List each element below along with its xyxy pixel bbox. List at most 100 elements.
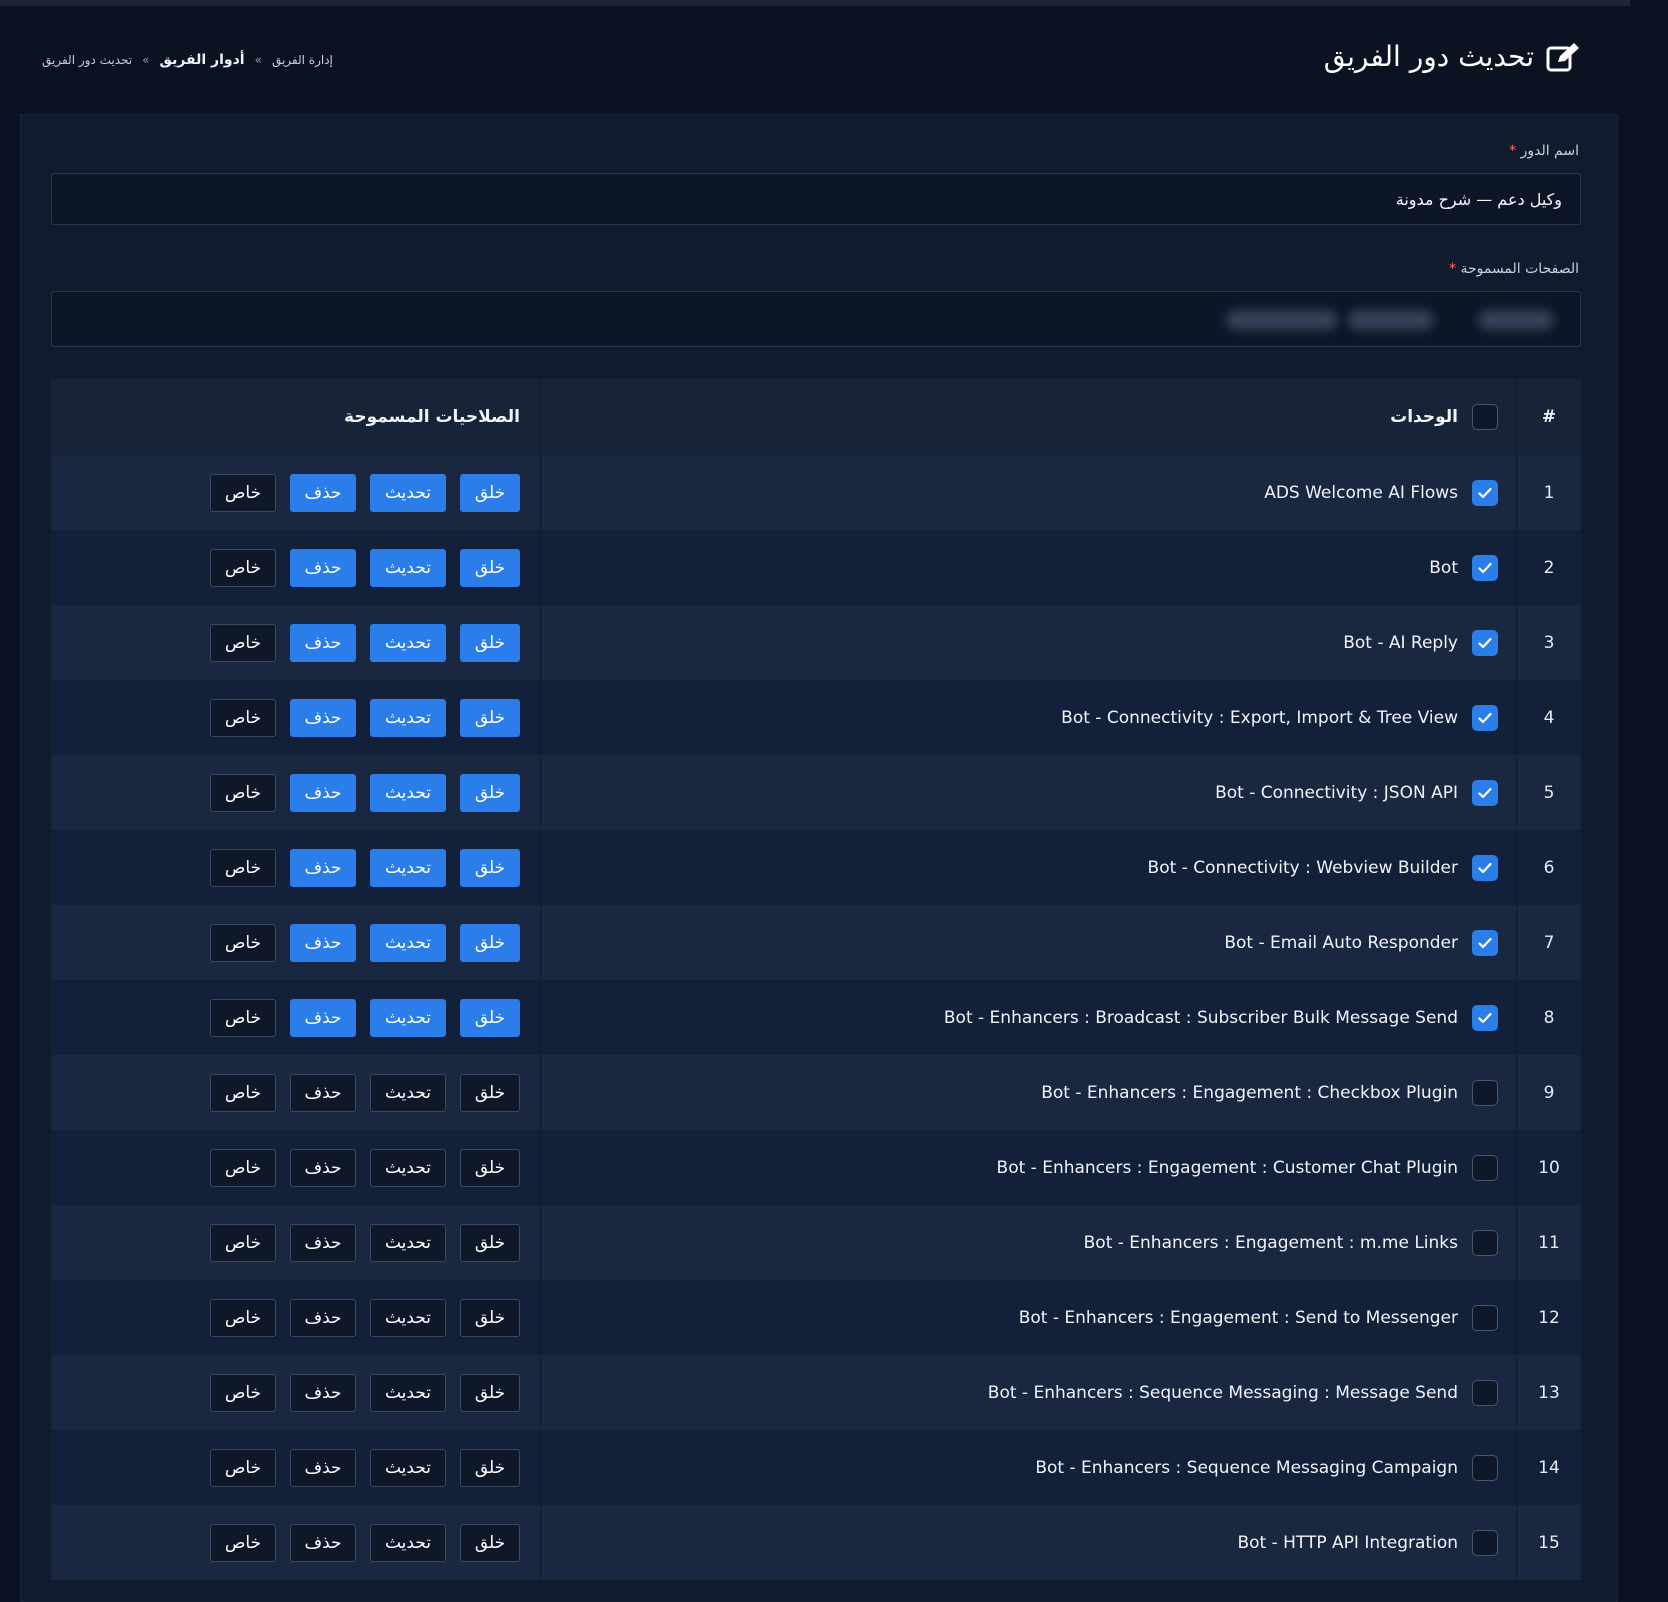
check-icon xyxy=(1478,487,1492,499)
create-permission-button[interactable]: خلق xyxy=(460,1223,520,1262)
private-permission-button[interactable]: خاص xyxy=(210,923,276,962)
module-checkbox[interactable] xyxy=(1472,1304,1498,1331)
module-checkbox[interactable] xyxy=(1472,779,1498,806)
module-checkbox[interactable] xyxy=(1472,1379,1498,1406)
delete-permission-button[interactable]: حذف xyxy=(290,1148,356,1187)
update-permission-button[interactable]: تحديث xyxy=(370,698,446,737)
table-row: خلق تحديث حذف خاص Bot - Enhancers : Engageme… xyxy=(51,1280,1581,1355)
update-permission-button[interactable]: تحديث xyxy=(370,548,446,587)
delete-permission-button[interactable]: حذف xyxy=(290,1448,356,1487)
private-permission-button[interactable]: خاص xyxy=(210,998,276,1037)
create-permission-button[interactable]: خلق xyxy=(460,1373,520,1412)
create-permission-button[interactable]: خلق xyxy=(460,1523,520,1562)
role-name-field[interactable] xyxy=(51,173,1581,225)
update-permission-button[interactable]: تحديث xyxy=(370,1523,446,1562)
create-permission-button[interactable]: خلق xyxy=(460,1298,520,1337)
select-all-checkbox[interactable] xyxy=(1472,404,1498,430)
update-permission-button[interactable]: تحديث xyxy=(370,473,446,512)
private-permission-button[interactable]: خاص xyxy=(210,1523,276,1562)
breadcrumb-item-team-management[interactable]: إدارة الفريق xyxy=(272,53,333,67)
private-permission-button[interactable]: خاص xyxy=(210,548,276,587)
create-permission-button[interactable]: خلق xyxy=(460,848,520,887)
allowed-pages-select[interactable] xyxy=(51,291,1581,347)
private-permission-button[interactable]: خاص xyxy=(210,1373,276,1412)
module-checkbox[interactable] xyxy=(1472,1529,1498,1556)
module-cell: Bot - Enhancers : Engagement : Send to M… xyxy=(540,1280,1517,1355)
module-name: Bot - Enhancers : Engagement : Customer … xyxy=(996,1157,1458,1178)
module-checkbox[interactable] xyxy=(1472,479,1498,506)
role-name-input[interactable] xyxy=(52,174,1580,224)
header-permissions-label: الصلاحيات المسموحة xyxy=(344,407,520,427)
private-permission-button[interactable]: خاص xyxy=(210,698,276,737)
row-number: 12 xyxy=(1516,1280,1581,1355)
permissions-cell: خلق تحديث حذف خاص xyxy=(51,755,541,830)
module-checkbox[interactable] xyxy=(1472,854,1498,881)
delete-permission-button[interactable]: حذف xyxy=(290,473,356,512)
module-checkbox[interactable] xyxy=(1472,1154,1498,1181)
private-permission-button[interactable]: خاص xyxy=(210,1448,276,1487)
module-checkbox[interactable] xyxy=(1472,929,1498,956)
create-permission-button[interactable]: خلق xyxy=(460,698,520,737)
delete-permission-button[interactable]: حذف xyxy=(290,998,356,1037)
module-checkbox[interactable] xyxy=(1472,1229,1498,1256)
delete-permission-button[interactable]: حذف xyxy=(290,848,356,887)
delete-permission-button[interactable]: حذف xyxy=(290,548,356,587)
update-permission-button[interactable]: تحديث xyxy=(370,1073,446,1112)
update-permission-button[interactable]: تحديث xyxy=(370,1448,446,1487)
update-permission-button[interactable]: تحديث xyxy=(370,1373,446,1412)
selected-page-tag[interactable] xyxy=(1348,310,1434,330)
delete-permission-button[interactable]: حذف xyxy=(290,923,356,962)
module-checkbox[interactable] xyxy=(1472,1004,1498,1031)
delete-permission-button[interactable]: حذف xyxy=(290,1073,356,1112)
update-permission-button[interactable]: تحديث xyxy=(370,923,446,962)
private-permission-button[interactable]: خاص xyxy=(210,1298,276,1337)
private-permission-button[interactable]: خاص xyxy=(210,773,276,812)
create-permission-button[interactable]: خلق xyxy=(460,1448,520,1487)
create-permission-button[interactable]: خلق xyxy=(460,998,520,1037)
update-permission-button[interactable]: تحديث xyxy=(370,848,446,887)
module-checkbox[interactable] xyxy=(1472,1454,1498,1481)
update-permission-button[interactable]: تحديث xyxy=(370,1223,446,1262)
private-permission-button[interactable]: خاص xyxy=(210,848,276,887)
update-permission-button[interactable]: تحديث xyxy=(370,1148,446,1187)
update-permission-button[interactable]: تحديث xyxy=(370,1298,446,1337)
selected-page-tag[interactable] xyxy=(1226,310,1338,330)
delete-permission-button[interactable]: حذف xyxy=(290,1223,356,1262)
module-checkbox[interactable] xyxy=(1472,1079,1498,1106)
table-header-row: الصلاحيات المسموحة الوحدات # xyxy=(51,379,1581,455)
page-header: تحديث دور الفريق إدارة الفريق » أدوار ال… xyxy=(0,6,1630,114)
update-permission-button[interactable]: تحديث xyxy=(370,998,446,1037)
create-permission-button[interactable]: خلق xyxy=(460,623,520,662)
module-checkbox[interactable] xyxy=(1472,629,1498,656)
create-permission-button[interactable]: خلق xyxy=(460,773,520,812)
table-row: خلق تحديث حذف خاص Bot - Connectivity : JSON … xyxy=(51,755,1581,830)
create-permission-button[interactable]: خلق xyxy=(460,1148,520,1187)
selected-page-tag[interactable] xyxy=(1478,310,1554,330)
module-checkbox[interactable] xyxy=(1472,704,1498,731)
module-checkbox[interactable] xyxy=(1472,554,1498,581)
module-cell: Bot - Connectivity : JSON API xyxy=(540,755,1517,830)
check-icon xyxy=(1478,862,1492,874)
create-permission-button[interactable]: خلق xyxy=(460,473,520,512)
delete-permission-button[interactable]: حذف xyxy=(290,1523,356,1562)
update-permission-button[interactable]: تحديث xyxy=(370,623,446,662)
create-permission-button[interactable]: خلق xyxy=(460,923,520,962)
module-cell: Bot - Email Auto Responder xyxy=(540,905,1517,980)
delete-permission-button[interactable]: حذف xyxy=(290,698,356,737)
private-permission-button[interactable]: خاص xyxy=(210,473,276,512)
breadcrumb-item-team-roles[interactable]: أدوار الفريق xyxy=(159,52,244,68)
update-permission-button[interactable]: تحديث xyxy=(370,773,446,812)
module-name: Bot - Enhancers : Broadcast : Subscriber… xyxy=(943,1007,1458,1028)
private-permission-button[interactable]: خاص xyxy=(210,623,276,662)
create-permission-button[interactable]: خلق xyxy=(460,1073,520,1112)
private-permission-button[interactable]: خاص xyxy=(210,1223,276,1262)
private-permission-button[interactable]: خاص xyxy=(210,1148,276,1187)
table-body: خلق تحديث حذف خاص ADS Welcome AI Flows 1 خلق تح… xyxy=(51,455,1581,1580)
delete-permission-button[interactable]: حذف xyxy=(290,623,356,662)
private-permission-button[interactable]: خاص xyxy=(210,1073,276,1112)
delete-permission-button[interactable]: حذف xyxy=(290,1373,356,1412)
delete-permission-button[interactable]: حذف xyxy=(290,773,356,812)
create-permission-button[interactable]: خلق xyxy=(460,548,520,587)
delete-permission-button[interactable]: حذف xyxy=(290,1298,356,1337)
table-row: خلق تحديث حذف خاص Bot - Enhancers : Engageme… xyxy=(51,1205,1581,1280)
